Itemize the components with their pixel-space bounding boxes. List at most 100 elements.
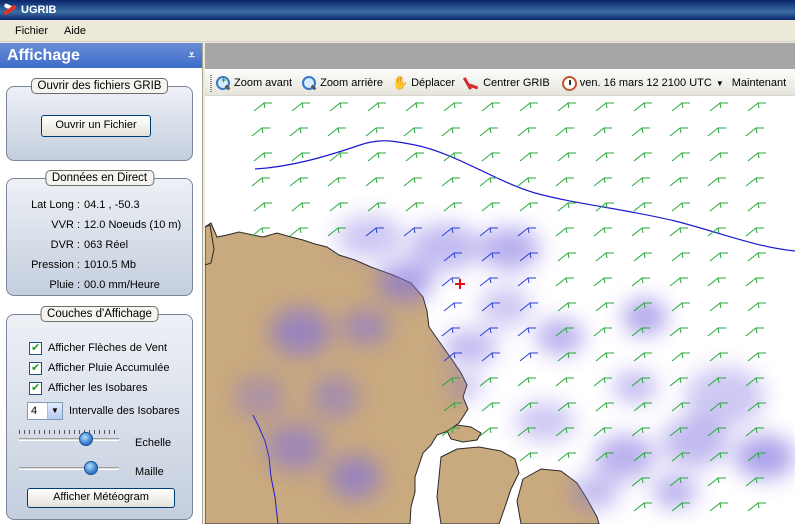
- isobars-checkbox-row[interactable]: Afficher les Isobares: [29, 380, 147, 396]
- menu-aide[interactable]: Aide: [56, 25, 94, 37]
- wind-barb: [403, 177, 422, 187]
- panel-header[interactable]: Affichage ⩡: [0, 43, 202, 68]
- rain-blob: [595, 435, 655, 479]
- rain-blob: [409, 223, 481, 271]
- scale-slider-thumb[interactable]: [79, 432, 93, 446]
- wind-barb: [595, 402, 614, 412]
- isobars-label: Afficher les Isobares: [48, 382, 148, 394]
- wind-arrows-checkbox[interactable]: [29, 341, 42, 355]
- wind-barb: [329, 102, 348, 112]
- weather-map[interactable]: [205, 97, 795, 524]
- grid-slider[interactable]: [19, 459, 119, 477]
- wind-barb: [633, 102, 652, 112]
- isobar-interval-value: 4: [31, 405, 38, 417]
- wind-barb: [519, 102, 538, 112]
- map-area: + Zoom avant Zoom arrière ✋ Déplacer Cen…: [205, 43, 795, 524]
- wind-barb: [479, 277, 498, 287]
- layers-group-title: Couches d'Affichage: [40, 306, 159, 322]
- map-header-strip: [205, 43, 795, 69]
- isobars-checkbox[interactable]: [29, 381, 42, 395]
- wind-barb: [557, 102, 576, 112]
- wind-arrows-label: Afficher Flèches de Vent: [48, 342, 168, 354]
- rain-blob: [270, 308, 330, 356]
- wind-barb: [557, 452, 576, 462]
- wind-barb: [595, 252, 614, 262]
- window-title: UGRIB: [21, 4, 57, 16]
- wind-barb: [669, 127, 688, 137]
- menu-fichier[interactable]: Fichier: [7, 25, 56, 37]
- center-grib-button[interactable]: Centrer GRIB: [464, 75, 550, 91]
- wind-barb: [443, 302, 462, 312]
- wind-barb: [405, 152, 424, 162]
- live-data-group: Données en Direct Lat Long : 04.1 , -50.…: [6, 170, 194, 296]
- wind-barb: [631, 427, 650, 437]
- scale-label: Echelle: [135, 437, 172, 449]
- wind-barb: [289, 177, 308, 187]
- live-row-dvr: DVR : 063 Réel: [7, 239, 194, 255]
- wind-barb: [443, 102, 462, 112]
- wind-barb: [555, 377, 574, 387]
- rain-blob: [329, 455, 381, 499]
- rain-blob: [311, 375, 359, 419]
- wind-barb: [669, 377, 688, 387]
- wind-barb: [707, 277, 726, 287]
- scale-slider[interactable]: [19, 430, 119, 448]
- wind-barb: [633, 352, 652, 362]
- pression-label: Pression :: [31, 259, 80, 271]
- grid-slider-thumb[interactable]: [84, 461, 98, 475]
- scale-slider-ticks: [19, 430, 119, 434]
- rain-blob: [442, 329, 498, 365]
- wind-barb: [747, 302, 766, 312]
- pan-button[interactable]: ✋ Déplacer: [392, 75, 455, 91]
- wind-barb: [631, 227, 650, 237]
- wind-barb: [671, 102, 690, 112]
- wind-barb: [633, 402, 652, 412]
- open-group-title: Ouvrir des fichiers GRIB: [30, 78, 169, 94]
- live-row-latlong: Lat Long : 04.1 , -50.3: [7, 199, 194, 215]
- datetime-selector[interactable]: ven. 16 mars 12 2100 UTC: [561, 75, 712, 91]
- wind-barb: [633, 502, 652, 512]
- wind-barb: [745, 127, 764, 137]
- zoom-in-button[interactable]: + Zoom avant: [215, 75, 292, 91]
- dropdown-arrow-icon[interactable]: ▼: [47, 403, 62, 419]
- collapse-chevron-icon[interactable]: ⩡: [188, 48, 195, 63]
- wind-arrows-checkbox-row[interactable]: Afficher Flèches de Vent: [29, 340, 167, 356]
- live-row-pluie: Pluie : 00.0 mm/Heure: [7, 279, 194, 295]
- wind-barb: [709, 502, 728, 512]
- rain-checkbox-row[interactable]: Afficher Pluie Accumulée: [29, 360, 169, 376]
- meteogram-button[interactable]: Afficher Météogram: [27, 488, 175, 508]
- wind-barb: [367, 102, 386, 112]
- datetime-dropdown-icon[interactable]: ▼: [716, 79, 724, 88]
- wind-barb: [707, 477, 726, 487]
- wind-barb: [745, 227, 764, 237]
- wind-barb: [517, 127, 536, 137]
- toolbar-grip[interactable]: [210, 74, 212, 92]
- wind-barb: [669, 227, 688, 237]
- center-grib-icon: [464, 75, 480, 91]
- zoom-out-button[interactable]: Zoom arrière: [301, 75, 383, 91]
- wind-barb: [631, 477, 650, 487]
- rain-label: Afficher Pluie Accumulée: [48, 362, 170, 374]
- wind-barb: [365, 127, 384, 137]
- wind-barb: [555, 177, 574, 187]
- wind-barb: [671, 152, 690, 162]
- wind-barb: [745, 177, 764, 187]
- grid-slider-track: [19, 467, 119, 470]
- wind-barb: [671, 352, 690, 362]
- wind-barb: [707, 177, 726, 187]
- rain-blob: [341, 309, 389, 345]
- wind-barb: [555, 227, 574, 237]
- wind-barb: [747, 352, 766, 362]
- wind-barb: [747, 502, 766, 512]
- wind-barb: [747, 202, 766, 212]
- rain-blob: [571, 474, 619, 510]
- wind-barb: [479, 177, 498, 187]
- ugrib-logo-icon: [2, 2, 18, 18]
- wind-barb: [481, 102, 500, 112]
- isobar-interval-select[interactable]: 4 ▼: [27, 402, 63, 420]
- wind-barb: [709, 352, 728, 362]
- pluie-value: 00.0 mm/Heure: [84, 279, 160, 291]
- rain-checkbox[interactable]: [29, 361, 42, 375]
- open-file-button[interactable]: Ouvrir un Fichier: [41, 115, 151, 137]
- now-button[interactable]: Maintenant: [732, 77, 786, 89]
